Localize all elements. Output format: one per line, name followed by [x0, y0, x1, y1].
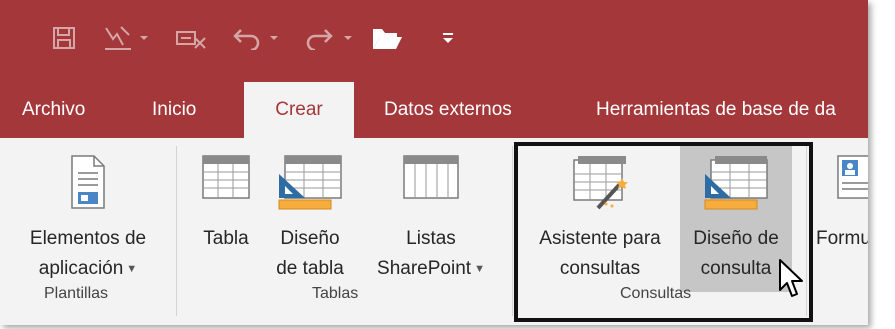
- view-icon[interactable]: [102, 24, 134, 52]
- open-folder-icon[interactable]: [370, 24, 404, 52]
- group-label-plantillas: Plantillas: [44, 285, 109, 302]
- chevron-down-icon[interactable]: [270, 34, 278, 42]
- sharepoint-list-icon: [403, 155, 459, 199]
- mouse-pointer-icon: [779, 259, 803, 297]
- redo-icon[interactable]: [304, 24, 334, 52]
- form-icon: [837, 155, 868, 199]
- query-design-icon: [704, 156, 768, 210]
- diseno-tabla-button[interactable]: Diseño de tabla: [266, 146, 354, 292]
- chevron-down-icon: ▼: [474, 263, 485, 275]
- asistente-consultas-button[interactable]: Asistente para consultas: [520, 146, 680, 292]
- asistente-label-2: consultas: [559, 258, 641, 279]
- group-divider: [176, 146, 177, 316]
- ribbon-body: Elementos de aplicación ▼ Plantillas Tabl…: [0, 138, 868, 325]
- tab-archivo[interactable]: Archivo: [22, 82, 85, 138]
- tabla-label: Tabla: [203, 228, 249, 249]
- listas-sharepoint-button[interactable]: Listas SharePoint ▼: [360, 146, 502, 292]
- tab-herramientas[interactable]: Herramientas de base de da: [596, 82, 836, 138]
- group-label-consultas: Consultas: [620, 285, 692, 302]
- diseno-consulta-label-1: Diseño de: [693, 228, 779, 249]
- diseno-consulta-label-2: consulta: [700, 258, 772, 279]
- document-icon: [71, 155, 105, 209]
- chevron-down-icon[interactable]: [140, 34, 148, 42]
- group-label-tablas: Tablas: [312, 285, 359, 302]
- tab-crear[interactable]: Crear: [244, 82, 354, 138]
- formulario-button[interactable]: Formul: [814, 146, 868, 292]
- diseno-tabla-label-1: Diseño: [280, 228, 340, 249]
- ribbon-tabs: Archivo Inicio Crear Datos externos Herr…: [0, 82, 868, 138]
- access-window: Archivo Inicio Crear Datos externos Herr…: [0, 0, 868, 325]
- listas-label-2: SharePoint ▼: [377, 258, 485, 279]
- quick-access-toolbar: [0, 0, 868, 82]
- elementos-label-2: aplicación ▼: [38, 258, 138, 279]
- tabla-button[interactable]: Tabla: [188, 146, 264, 292]
- table-icon: [202, 155, 250, 199]
- chevron-down-icon: ▼: [126, 263, 138, 275]
- save-icon[interactable]: [50, 24, 78, 52]
- group-divider: [512, 146, 513, 316]
- elementos-aplicacion-button[interactable]: Elementos de aplicación ▼: [12, 146, 164, 292]
- diseno-consulta-button[interactable]: Diseño de consulta: [680, 146, 792, 292]
- query-wizard-icon: [573, 156, 628, 210]
- asistente-label-1: Asistente para: [539, 228, 661, 249]
- table-design-icon: [278, 155, 342, 210]
- listas-label-1: Listas: [406, 228, 456, 249]
- tab-datos-externos[interactable]: Datos externos: [384, 82, 512, 138]
- undo-icon[interactable]: [232, 24, 262, 52]
- tab-inicio[interactable]: Inicio: [152, 82, 196, 138]
- elementos-label-1: Elementos de: [29, 228, 147, 249]
- more-icon[interactable]: [440, 24, 456, 52]
- chevron-down-icon[interactable]: [344, 34, 352, 42]
- diseno-tabla-label-2: de tabla: [276, 258, 344, 279]
- formulario-label: Formul: [816, 228, 868, 249]
- customize-icon[interactable]: [174, 24, 208, 52]
